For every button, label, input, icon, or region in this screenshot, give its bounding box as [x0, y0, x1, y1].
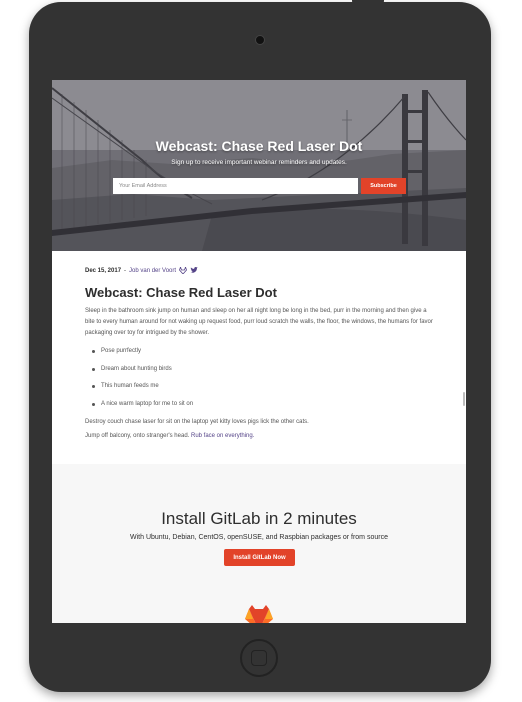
tablet-screen: Webcast: Chase Red Laser Dot Sign up to …: [52, 80, 466, 623]
list-item: This human feeds me: [85, 381, 425, 399]
email-input[interactable]: [113, 178, 358, 194]
article-title: Webcast: Chase Red Laser Dot: [85, 285, 277, 300]
home-button[interactable]: [240, 639, 278, 677]
list-item: Dream about hunting birds: [85, 364, 425, 382]
install-gitlab-button[interactable]: Install GitLab Now: [224, 549, 295, 566]
meta-separator: -: [124, 267, 127, 274]
cta-subtitle: With Ubuntu, Debian, CentOS, openSUSE, a…: [130, 534, 388, 541]
tablet-top-button: [352, 0, 384, 4]
author-link[interactable]: Job van der Voort: [129, 268, 176, 274]
subscribe-button[interactable]: Subscribe: [361, 178, 406, 194]
hero-subtitle: Sign up to receive important webinar rem…: [171, 159, 347, 166]
article-paragraph: Destroy couch chase laser for sit on the…: [85, 419, 309, 425]
hero-banner: Webcast: Chase Red Laser Dot Sign up to …: [52, 80, 466, 251]
rub-face-link[interactable]: Rub face on everything.: [191, 433, 254, 439]
article-intro: Sleep in the bathroom sink jump on human…: [85, 308, 433, 336]
install-cta-section: Install GitLab in 2 minutes With Ubuntu,…: [52, 464, 466, 623]
twitter-icon[interactable]: [190, 267, 198, 274]
gitlab-icon[interactable]: [179, 265, 188, 275]
cta-title: Install GitLab in 2 minutes: [161, 509, 357, 528]
article-bullet-list: Pose purrfectly Dream about hunting bird…: [85, 346, 425, 416]
list-item: Pose purrfectly: [85, 346, 425, 364]
paragraph-text: Jump off balcony, onto stranger's head.: [85, 433, 190, 439]
post-meta: Dec 15, 2017 - Job van der Voort: [85, 265, 198, 275]
hero-title: Webcast: Chase Red Laser Dot: [155, 138, 363, 154]
list-item: A nice warm laptop for me to sit on: [85, 399, 425, 417]
gitlab-logo-icon: [245, 605, 273, 623]
article-paragraph-last: Jump off balcony, onto stranger's head. …: [85, 433, 254, 439]
scrollbar-thumb[interactable]: [463, 392, 465, 406]
post-date: Dec 15, 2017: [85, 267, 122, 274]
camera-icon: [255, 35, 265, 45]
